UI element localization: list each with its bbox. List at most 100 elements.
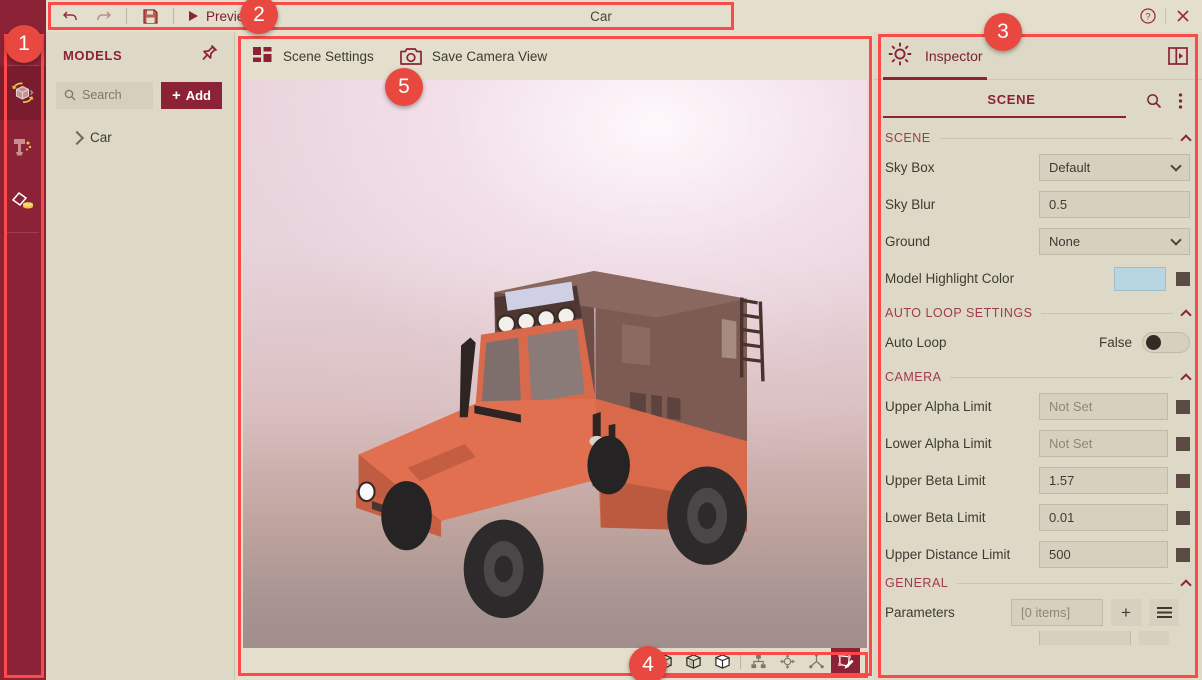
chevron-up-icon[interactable] — [1180, 308, 1192, 321]
chevron-up-icon[interactable] — [1180, 578, 1192, 591]
plus-icon[interactable]: + — [1111, 599, 1141, 626]
add-model-button[interactable]: + Add — [160, 81, 222, 109]
window-controls: ? — [1135, 0, 1196, 32]
upper-beta-limit-input[interactable]: 1.57 — [1039, 467, 1168, 494]
lower-beta-limit-value: 0.01 — [1049, 510, 1075, 525]
property-row-parameters: Parameters [0 items] + — [873, 594, 1202, 631]
property-label: Sky Box — [885, 160, 935, 175]
upper-beta-limit-action-button[interactable] — [1176, 473, 1190, 488]
save-disk-icon[interactable] — [135, 4, 165, 28]
viewport-toolbar: Scene Settings Save Camera View — [236, 32, 873, 80]
inspector-search-icon[interactable] — [1141, 88, 1167, 114]
solid-view-button[interactable] — [708, 648, 737, 674]
section-header-camera[interactable]: CAMERA — [873, 361, 1202, 388]
help-circle-icon[interactable]: ? — [1135, 4, 1161, 28]
section-rule — [950, 376, 1173, 378]
section-header-auto-loop-settings[interactable]: AUTO LOOP SETTINGS — [873, 297, 1202, 324]
kebab-menu-icon[interactable] — [1167, 88, 1193, 114]
tab-underline — [883, 116, 1126, 118]
parameters-input[interactable]: [0 items] — [1011, 599, 1103, 626]
model-highlight-color-picker-button[interactable] — [1176, 271, 1190, 286]
sky-box-select[interactable]: Default — [1039, 154, 1190, 181]
toolbar-divider — [126, 8, 127, 24]
property-row-lower-alpha-limit: Lower Alpha Limit Not Set — [873, 425, 1202, 462]
upper-alpha-limit-action-button[interactable] — [1176, 399, 1190, 414]
tab-scene[interactable]: SCENE — [882, 92, 1141, 110]
car-3d-model — [355, 270, 765, 619]
save-camera-view-button[interactable]: Save Camera View — [399, 47, 547, 66]
section-rule — [939, 137, 1173, 139]
upper-alpha-limit-value: Not Set — [1049, 399, 1093, 414]
property-row-lower-beta-limit: Lower Beta Limit 0.01 — [873, 499, 1202, 536]
list-lines-icon[interactable] — [1149, 599, 1179, 626]
shaded-wireframe-view-button[interactable] — [679, 648, 708, 674]
paint-drip-icon — [14, 139, 32, 156]
chevron-down-icon — [1170, 233, 1182, 246]
gear-icon[interactable] — [887, 41, 913, 72]
search-input[interactable]: Search — [56, 81, 153, 109]
inspector-title: Inspector — [925, 48, 983, 64]
lower-alpha-limit-input[interactable]: Not Set — [1039, 430, 1168, 457]
assets-rail-item[interactable] — [0, 174, 46, 228]
upper-distance-limit-value: 500 — [1049, 547, 1071, 562]
camera-icon — [399, 47, 422, 65]
lower-beta-limit-input[interactable]: 0.01 — [1039, 504, 1168, 531]
materials-rail-item[interactable] — [0, 120, 46, 174]
lower-beta-limit-action-button[interactable] — [1176, 510, 1190, 525]
property-row-ground: Ground None — [873, 223, 1202, 260]
viewport-tools-divider — [740, 653, 741, 669]
undo-icon[interactable] — [56, 4, 86, 28]
upper-distance-limit-action-button[interactable] — [1176, 547, 1190, 562]
dashboard-grid-icon — [253, 46, 272, 62]
property-row-partial — [873, 631, 1202, 645]
models-panel-title: MODELS — [63, 47, 123, 63]
diamond-coins-icon — [11, 191, 33, 209]
chevron-up-icon[interactable] — [1180, 372, 1192, 385]
section-header-general[interactable]: GENERAL — [873, 573, 1202, 594]
viewport-canvas[interactable] — [243, 80, 867, 648]
auto-loop-toggle[interactable] — [1142, 332, 1190, 353]
section-label: GENERAL — [885, 576, 949, 590]
sky-blur-input[interactable]: 0.5 — [1039, 191, 1190, 218]
inspector-panel: Inspector SCENE SCENE Sky Box Default Sk… — [873, 32, 1202, 680]
ground-select[interactable]: None — [1039, 228, 1190, 255]
toggle-knob — [1146, 335, 1161, 350]
section-header-scene[interactable]: SCENE — [873, 122, 1202, 149]
scene-settings-label: Scene Settings — [283, 48, 374, 64]
play-icon — [189, 11, 198, 21]
model-highlight-color-swatch[interactable] — [1114, 266, 1166, 291]
tree-item-car[interactable]: Car — [46, 126, 234, 149]
move-gizmo-button[interactable] — [773, 648, 802, 674]
lower-alpha-limit-action-button[interactable] — [1176, 436, 1190, 451]
sky-box-value: Default — [1049, 160, 1091, 175]
upper-distance-limit-input[interactable]: 500 — [1039, 541, 1168, 568]
axis-gizmo-button[interactable] — [802, 648, 831, 674]
property-label: Lower Beta Limit — [885, 510, 986, 525]
toolbar-actions: Preview — [46, 0, 264, 32]
ground-value: None — [1049, 234, 1081, 249]
window-controls-divider — [1165, 8, 1166, 24]
property-row-sky-box: Sky Box Default — [873, 149, 1202, 186]
partial-input[interactable] — [1039, 631, 1131, 645]
models-rail-item[interactable] — [0, 66, 46, 120]
close-icon[interactable] — [1170, 4, 1196, 28]
property-label: Model Highlight Color — [885, 271, 1015, 286]
panel-collapse-icon[interactable] — [1166, 45, 1190, 67]
upper-alpha-limit-input[interactable]: Not Set — [1039, 393, 1168, 420]
pin-icon[interactable] — [199, 43, 219, 68]
property-label: Lower Alpha Limit — [885, 436, 992, 451]
scene-settings-button[interactable]: Scene Settings — [253, 46, 374, 66]
property-label: Sky Blur — [885, 197, 936, 212]
section-label: AUTO LOOP SETTINGS — [885, 306, 1033, 320]
redo-icon[interactable] — [88, 4, 118, 28]
chevron-right-icon[interactable] — [69, 130, 85, 145]
hierarchy-button[interactable] — [744, 648, 773, 674]
search-icon — [64, 89, 76, 101]
polygon-edit-button[interactable] — [831, 648, 860, 674]
annotation-badge-1: 1 — [5, 25, 43, 63]
property-row-upper-beta-limit: Upper Beta Limit 1.57 — [873, 462, 1202, 499]
partial-button[interactable] — [1139, 631, 1169, 645]
chevron-up-icon[interactable] — [1180, 133, 1192, 146]
tree-item-label: Car — [90, 130, 112, 145]
lower-alpha-limit-value: Not Set — [1049, 436, 1093, 451]
